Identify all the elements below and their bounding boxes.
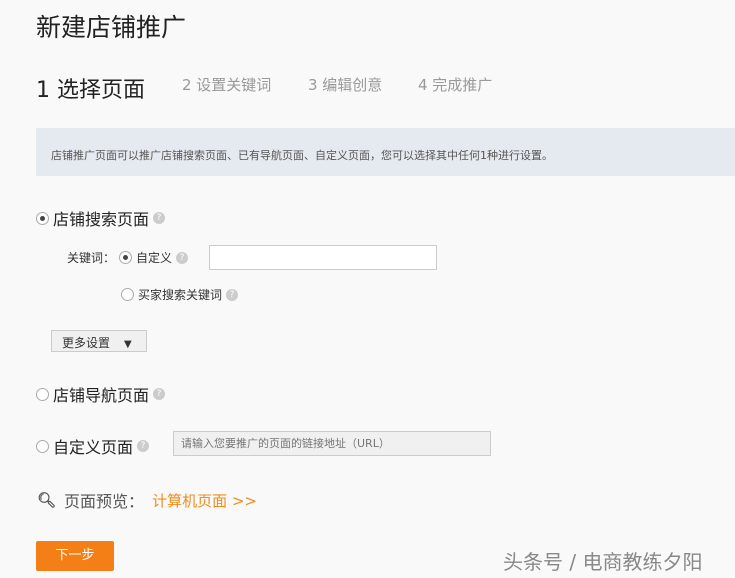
help-icon[interactable]: ? — [137, 440, 150, 452]
label-custom: 自定义 — [136, 251, 173, 265]
help-icon[interactable]: ? — [153, 388, 166, 400]
radio-custom-keyword[interactable] — [119, 251, 133, 264]
step-1: 1 选择页面 — [36, 78, 145, 103]
next-step-button[interactable]: 下一步 — [36, 541, 114, 571]
label-search-page: 店铺搜索页面 — [53, 210, 150, 229]
info-banner: 店铺推广页面可以推广店铺搜索页面、已有导航页面、自定义页面，您可以选择其中任何1… — [36, 128, 735, 176]
step-3: 3 编辑创意 — [308, 76, 383, 94]
more-settings-label: 更多设置 — [62, 336, 111, 350]
preview-link[interactable]: 计算机页面 >> — [152, 490, 257, 511]
watermark: 头条号 / 电商教练夕阳 — [503, 550, 703, 574]
label-nav-page: 店铺导航页面 — [53, 386, 150, 405]
label-custom-page: 自定义页面 — [53, 438, 134, 457]
label-buyer-keywords: 买家搜索关键词 — [138, 288, 223, 302]
preview-label: 页面预览： — [64, 492, 145, 511]
search-icon: 🔍︎ — [37, 491, 57, 509]
radio-custom-page[interactable] — [36, 439, 49, 453]
radio-buyer-keywords[interactable] — [121, 288, 134, 301]
page-title: 新建店铺推广 — [36, 13, 187, 42]
radio-nav-page[interactable] — [36, 387, 49, 401]
help-icon[interactable]: ? — [153, 212, 166, 224]
keyword-input[interactable] — [209, 245, 437, 270]
more-settings-button[interactable]: 更多设置 ▼ — [51, 330, 147, 352]
step-2: 2 设置关键词 — [182, 76, 272, 94]
keyword-label: 关键词： — [67, 251, 116, 265]
radio-search-page[interactable] — [36, 211, 49, 225]
help-icon[interactable]: ? — [176, 251, 189, 264]
help-icon[interactable]: ? — [226, 288, 239, 301]
step-4: 4 完成推广 — [418, 76, 493, 94]
caret-down-icon: ▼ — [124, 339, 132, 350]
url-input[interactable] — [173, 431, 491, 456]
